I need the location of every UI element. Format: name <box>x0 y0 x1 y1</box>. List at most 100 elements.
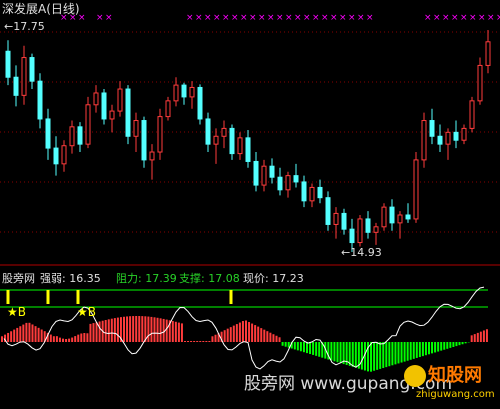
price-value: 17.23 <box>272 272 304 285</box>
signal-mark: × <box>487 13 495 23</box>
star-icon: ★ <box>7 305 18 319</box>
candle-body <box>341 212 347 230</box>
indicator-brand: 股旁网 <box>2 272 35 285</box>
signal-mark: × <box>258 13 266 23</box>
candle-body <box>213 135 219 145</box>
signal-mark: × <box>460 13 468 23</box>
logo-text: 知股网 <box>428 365 482 386</box>
candle-body <box>245 137 251 162</box>
signal-mark: × <box>321 13 329 23</box>
candle-body <box>173 84 179 102</box>
signal-mark: × <box>96 13 104 23</box>
candle-body <box>5 50 11 78</box>
candle-body <box>101 92 107 120</box>
signal-bar <box>229 290 233 304</box>
candle-body <box>461 127 467 141</box>
left-arrow-icon: ← <box>4 20 14 33</box>
candle-body <box>453 131 459 141</box>
signal-mark: × <box>478 13 486 23</box>
candle-body <box>325 197 331 225</box>
signal-mark: × <box>366 13 374 23</box>
resistance-value: 17.39 <box>145 272 177 285</box>
candle-body <box>301 181 307 202</box>
candle-body <box>277 176 283 191</box>
signal-mark: × <box>496 13 500 23</box>
candle-body <box>77 126 83 145</box>
signal-mark: × <box>105 13 113 23</box>
candle-body <box>357 218 363 244</box>
stock-chart[interactable]: × × × × × × × × × × × × × × × × × × × × × × × × × × × × × × × × × × × 深发展A… <box>0 0 500 409</box>
signal-mark: × <box>442 13 450 23</box>
candle-body <box>45 118 51 149</box>
candle-body <box>405 214 411 220</box>
buy-signal: ★B <box>77 305 96 319</box>
candle-body <box>469 100 475 129</box>
candle-body <box>141 120 147 161</box>
candle-body <box>29 57 35 82</box>
logo-badge: 知股网 zhiguwang.com <box>404 363 496 405</box>
candle-body <box>397 214 403 224</box>
signal-mark: × <box>303 13 311 23</box>
candle-body <box>365 218 371 233</box>
signal-mark: × <box>469 13 477 23</box>
candle-body <box>93 92 99 106</box>
candle-body <box>413 159 419 220</box>
candle-body <box>189 86 195 98</box>
candle-body <box>317 186 323 199</box>
candle-body <box>421 120 427 161</box>
candle-body <box>53 147 59 165</box>
signal-mark: × <box>267 13 275 23</box>
signal-mark: × <box>339 13 347 23</box>
candle-body <box>61 145 67 165</box>
support-label: 支撑: 17.08 <box>179 272 240 285</box>
signal-mark: × <box>294 13 302 23</box>
candle-body <box>69 126 75 147</box>
candle-body <box>13 76 19 96</box>
signal-bar <box>76 290 80 304</box>
price-label: 现价: 17.23 <box>243 272 304 285</box>
candle-body <box>445 131 451 145</box>
chart-title: 深发展A(日线) <box>2 2 80 16</box>
chart-canvas[interactable]: × × × × × × × × × × × × × × × × × × × × × × × × × × × × × ×× × × × × <box>0 0 500 409</box>
candle-body <box>181 84 187 98</box>
candle-body <box>437 135 443 145</box>
candle-body <box>237 137 243 155</box>
high-price-label: ←17.75 <box>4 20 45 33</box>
left-arrow-icon: ← <box>341 246 351 259</box>
candle-body <box>149 151 155 161</box>
candle-body <box>349 228 355 244</box>
low-price-label: ←14.93 <box>341 246 382 259</box>
signal-mark: × <box>285 13 293 23</box>
signal-bar <box>6 290 10 304</box>
signal-mark: × <box>195 13 203 23</box>
candle-body <box>221 127 227 137</box>
candle-body <box>261 165 267 186</box>
strength-label: 强弱: 16.35 <box>40 272 101 285</box>
candle-body <box>197 86 203 120</box>
signal-mark: × <box>312 13 320 23</box>
candle-body <box>269 165 275 178</box>
signal-mark: × <box>231 13 239 23</box>
star-icon: ★ <box>77 305 88 319</box>
signal-bar <box>46 290 50 304</box>
logo-icon <box>404 365 426 387</box>
candle-body <box>485 41 491 66</box>
candle-body <box>285 175 291 191</box>
candle-body <box>381 206 387 228</box>
signal-mark: × <box>222 13 230 23</box>
signal-mark: × <box>240 13 248 23</box>
logo-url: zhiguwang.com <box>416 389 495 400</box>
candle-body <box>477 64 483 102</box>
candle-body <box>157 116 163 153</box>
signal-mark: × <box>276 13 284 23</box>
candle-body <box>133 120 139 137</box>
candle-body <box>429 120 435 137</box>
candle-body <box>37 80 43 120</box>
signal-mark: × <box>186 13 194 23</box>
candle-body <box>117 88 123 112</box>
signal-mark: × <box>451 13 459 23</box>
candle-body <box>373 226 379 233</box>
candle-body <box>293 175 299 183</box>
buy-signal: ★B <box>7 305 26 319</box>
signal-mark: × <box>249 13 257 23</box>
